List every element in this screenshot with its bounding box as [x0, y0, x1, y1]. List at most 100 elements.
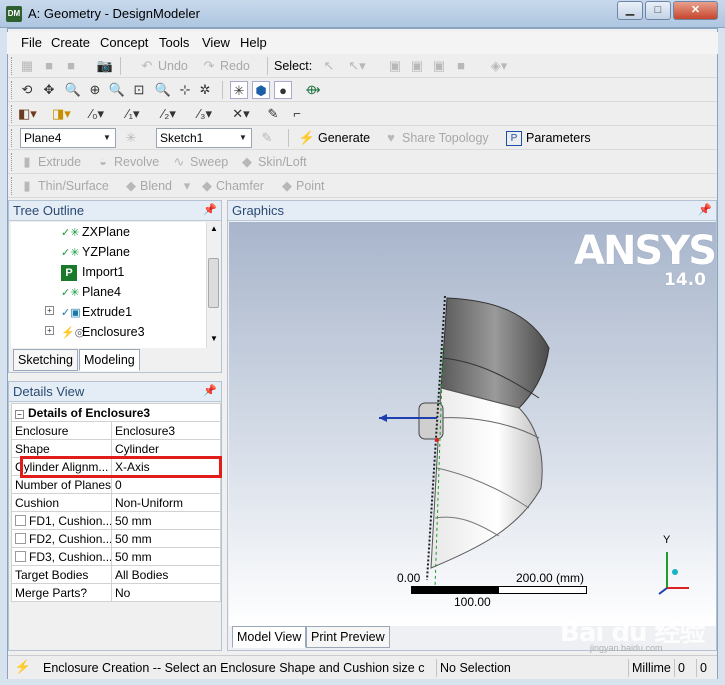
dimension-icon[interactable]: ⌐ [288, 105, 306, 123]
expand-icon[interactable]: + [45, 306, 54, 315]
point-icon[interactable]: ◆ [278, 177, 296, 195]
tree-item-yzplane[interactable]: ✓✳ YZPlane [61, 242, 130, 262]
menu-tools[interactable]: Tools [159, 35, 189, 50]
turbine-model[interactable] [369, 288, 569, 588]
extend-select-icon[interactable]: ◈▾ [490, 57, 508, 75]
cylinder-icon[interactable]: ◨▾ [52, 105, 71, 123]
extrude-icon[interactable]: ▮ [18, 153, 36, 171]
undo-icon[interactable]: ↶ [138, 57, 156, 75]
table-row[interactable]: Cushion Non-Uniform [11, 493, 221, 512]
zoom-box-icon[interactable]: 🔍 [108, 81, 126, 99]
box-icon[interactable]: ◧▾ [18, 105, 37, 123]
pin-icon[interactable]: ✎ [264, 105, 282, 123]
select-mode-icon[interactable]: ↖▾ [348, 57, 366, 75]
zoom-icon[interactable]: 🔍 [64, 81, 82, 99]
menu-concept[interactable]: Concept [100, 35, 148, 50]
table-row[interactable]: Number of Planes 0 [11, 475, 221, 494]
select-edge-icon[interactable]: ▣ [408, 57, 426, 75]
revolve-button[interactable]: Revolve [114, 155, 159, 169]
new-sketch-icon[interactable]: ✎ [258, 129, 276, 147]
share-topology-icon[interactable]: ♥ [382, 129, 400, 147]
zoom-fit-icon[interactable]: ⊡ [130, 81, 148, 99]
tree-item-enclosure3[interactable]: ⚡◎Enclosure3 [61, 322, 145, 342]
menu-help[interactable]: Help [240, 35, 267, 50]
screenshot-icon[interactable]: 📷 [96, 57, 114, 75]
named-selection-icon[interactable]: ⟴ [304, 81, 322, 99]
tab-print-preview[interactable]: Print Preview [306, 626, 390, 648]
parameter-checkbox[interactable] [15, 514, 26, 526]
zoom-reset-icon[interactable]: ⊹ [176, 81, 194, 99]
expand-icon[interactable]: + [45, 326, 54, 335]
share-topology-button[interactable]: Share Topology [402, 131, 489, 145]
display-model-icon[interactable]: ⬢ [252, 81, 270, 99]
line3-icon[interactable]: ⁄₃▾ [196, 105, 214, 123]
scroll-up-icon[interactable]: ▲ [210, 224, 218, 233]
parameter-checkbox[interactable] [15, 532, 26, 544]
menu-create[interactable]: Create [51, 35, 90, 50]
tree-item-extrude1[interactable]: ✓▣Extrude1 [61, 302, 132, 322]
blend-icon[interactable]: ◆ [122, 177, 140, 195]
thin-surface-icon[interactable]: ▮ [18, 177, 36, 195]
sketch-combo[interactable]: Sketch1 ▼ [156, 128, 252, 148]
blend-button[interactable]: Blend [140, 179, 172, 193]
scroll-thumb[interactable] [208, 258, 219, 308]
select-cursor-icon[interactable]: ↖ [320, 57, 338, 75]
table-row[interactable]: Target Bodies All Bodies [11, 565, 221, 584]
tree-scrollbar[interactable]: ▲ ▼ [206, 222, 220, 348]
graphics-viewport[interactable]: ANSYS 14.0 0.00 200.00 (mm) 100.00 Y [229, 222, 717, 626]
chamfer-icon[interactable]: ◆ [198, 177, 216, 195]
maximize-button[interactable]: □ [645, 1, 671, 20]
triad-icon[interactable]: ✳ [230, 81, 248, 99]
tab-sketching[interactable]: Sketching [13, 349, 78, 371]
table-row[interactable]: Shape Cylinder [11, 439, 221, 458]
table-row[interactable]: Enclosure Enclosure3 [11, 421, 221, 440]
menu-file[interactable]: File [21, 35, 42, 50]
tree-item-zxplane[interactable]: ✓✳ ZXPlane [61, 222, 130, 242]
pan-icon[interactable]: ✥ [40, 81, 58, 99]
redo-icon[interactable]: ↷ [200, 57, 218, 75]
axis-icon[interactable]: ✕▾ [232, 105, 250, 123]
select-vertex-icon[interactable]: ▣ [430, 57, 448, 75]
sweep-button[interactable]: Sweep [190, 155, 228, 169]
select-body-icon[interactable]: ■ [452, 57, 470, 75]
skin-loft-button[interactable]: Skin/Loft [258, 155, 307, 169]
new-plane-icon[interactable]: ✳ [122, 129, 140, 147]
redo-button[interactable]: Redo [220, 59, 250, 73]
point-button[interactable]: Point [296, 179, 325, 193]
parameter-checkbox[interactable] [15, 550, 26, 562]
pin-icon[interactable]: 📌 [203, 384, 217, 397]
table-row[interactable]: FD1, Cushion... 50 mm [11, 511, 221, 530]
rotate-icon[interactable]: ⟲ [18, 81, 36, 99]
plane-combo[interactable]: Plane4 ▼ [20, 128, 116, 148]
new-icon[interactable]: ▦ [18, 57, 36, 75]
look-at-icon[interactable]: ✲ [196, 81, 214, 99]
table-row[interactable]: Merge Parts? No [11, 583, 221, 602]
export-icon[interactable]: ■ [62, 57, 80, 75]
collapse-icon[interactable]: − [15, 409, 24, 419]
chamfer-button[interactable]: Chamfer [216, 179, 264, 193]
generate-icon[interactable]: ⚡ [298, 129, 316, 147]
revolve-icon[interactable]: ◒ [94, 153, 112, 171]
select-face-icon[interactable]: ▣ [386, 57, 404, 75]
magnifier-icon[interactable]: 🔍 [154, 81, 172, 99]
line1-icon[interactable]: ⁄₁▾ [124, 105, 142, 123]
line-icon[interactable]: ⁄₀▾ [88, 105, 106, 123]
tree-item-import1[interactable]: P Import1 [61, 262, 124, 282]
pin-icon[interactable]: 📌 [698, 203, 712, 216]
tab-modeling[interactable]: Modeling [79, 349, 140, 371]
pin-icon[interactable]: 📌 [203, 203, 217, 216]
save-icon[interactable]: ■ [40, 57, 58, 75]
undo-button[interactable]: Undo [158, 59, 188, 73]
menu-view[interactable]: View [202, 35, 230, 50]
status-units[interactable]: Millime [628, 659, 674, 677]
scroll-down-icon[interactable]: ▼ [210, 334, 218, 343]
thin-surface-button[interactable]: Thin/Surface [38, 179, 109, 193]
minimize-button[interactable]: ▁ [617, 1, 643, 20]
close-button[interactable]: ✕ [673, 1, 718, 20]
chevron-down-icon[interactable]: ▾ [178, 177, 196, 195]
parameters-button[interactable]: Parameters [526, 131, 591, 145]
table-row[interactable]: FD3, Cushion... 50 mm [11, 547, 221, 566]
table-row[interactable]: FD2, Cushion... 50 mm [11, 529, 221, 548]
tree-item-plane4[interactable]: ✓✳ Plane4 [61, 282, 121, 302]
sweep-icon[interactable]: ∿ [170, 153, 188, 171]
